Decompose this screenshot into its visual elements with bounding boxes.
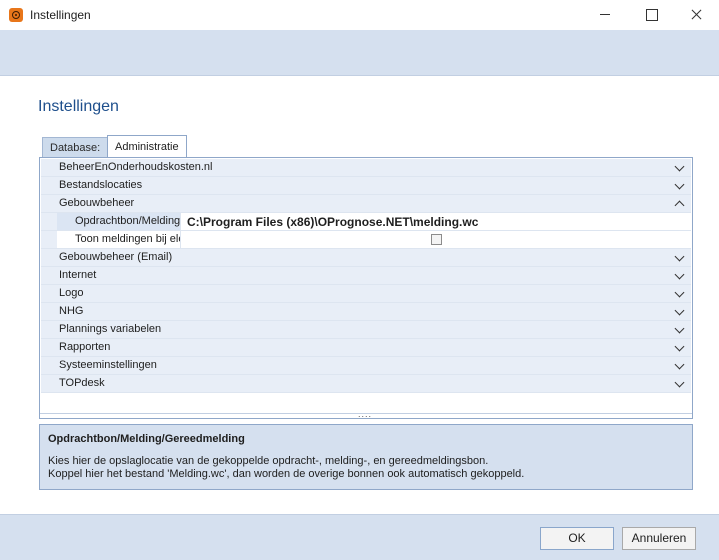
category-label: TOPdesk xyxy=(59,377,105,389)
category-label: Logo xyxy=(59,287,84,299)
window-title: Instellingen xyxy=(30,8,91,22)
category-gebouwbeheer[interactable]: Gebouwbeheer xyxy=(41,195,691,213)
category-label: NHG xyxy=(59,305,84,317)
category-label: Systeeminstellingen xyxy=(59,359,157,371)
toon-meldingen-checkbox[interactable] xyxy=(431,234,442,245)
description-panel: Opdrachtbon/Melding/Gereedmelding Kies h… xyxy=(39,424,693,490)
property-name-cell[interactable]: Opdrachtbon/Melding/Gereedmelding xyxy=(57,213,181,230)
chevron-down-icon[interactable] xyxy=(674,359,685,370)
tab-administratie[interactable]: Administratie xyxy=(107,135,187,158)
header-band xyxy=(0,30,719,76)
category-beheerenonderhoudskosten[interactable]: BeheerEnOnderhoudskosten.nl xyxy=(41,159,691,177)
category-label: Plannings variabelen xyxy=(59,323,162,335)
chevron-down-icon[interactable] xyxy=(674,179,685,190)
category-systeeminstellingen[interactable]: Systeeminstellingen xyxy=(41,357,691,375)
chevron-down-icon[interactable] xyxy=(674,323,685,334)
description-line: Koppel hier het bestand 'Melding.wc', da… xyxy=(48,468,525,480)
category-topdesk[interactable]: TOPdesk xyxy=(41,375,691,393)
category-label: Bestandslocaties xyxy=(59,179,143,191)
property-name: Toon meldingen bij elementen xyxy=(75,233,180,245)
property-name-cell[interactable]: Toon meldingen bij elementen xyxy=(57,231,181,248)
close-button[interactable] xyxy=(673,0,719,30)
chevron-down-icon[interactable] xyxy=(674,251,685,262)
chevron-down-icon[interactable] xyxy=(674,287,685,298)
category-nhg[interactable]: NHG xyxy=(41,303,691,321)
title-bar: Instellingen xyxy=(0,0,719,30)
property-value-input[interactable]: C:\Program Files (x86)\OPrognose.NET\mel… xyxy=(187,215,478,229)
row-margin xyxy=(41,231,57,248)
app-logo-icon xyxy=(9,8,23,22)
row-margin xyxy=(41,213,57,230)
chevron-up-icon[interactable] xyxy=(674,200,685,211)
chevron-down-icon[interactable] xyxy=(674,305,685,316)
category-internet[interactable]: Internet xyxy=(41,267,691,285)
category-bestandslocaties[interactable]: Bestandslocaties xyxy=(41,177,691,195)
category-label: Gebouwbeheer (Email) xyxy=(59,251,173,263)
page-title: Instellingen xyxy=(38,98,119,115)
ok-button[interactable]: OK xyxy=(540,527,614,550)
property-grid: BeheerEnOnderhoudskosten.nl Bestandsloca… xyxy=(39,157,693,419)
cancel-button[interactable]: Annuleren xyxy=(622,527,696,550)
description-line: Kies hier de opslaglocatie van de gekopp… xyxy=(48,455,489,467)
category-label: Internet xyxy=(59,269,97,281)
chevron-down-icon[interactable] xyxy=(674,269,685,280)
grid-splitter[interactable]: .... xyxy=(40,409,692,419)
property-row-toon-meldingen[interactable]: Toon meldingen bij elementen xyxy=(41,231,691,249)
chevron-down-icon[interactable] xyxy=(674,341,685,352)
minimize-button[interactable] xyxy=(582,0,628,30)
category-logo[interactable]: Logo xyxy=(41,285,691,303)
category-gebouwbeheer-email[interactable]: Gebouwbeheer (Email) xyxy=(41,249,691,267)
category-label: Gebouwbeheer xyxy=(59,197,135,209)
chevron-down-icon[interactable] xyxy=(674,161,685,172)
category-label: BeheerEnOnderhoudskosten.nl xyxy=(59,161,213,173)
tab-database[interactable]: Database: xyxy=(42,137,109,158)
category-rapporten[interactable]: Rapporten xyxy=(41,339,691,357)
chevron-down-icon[interactable] xyxy=(674,377,685,388)
category-label: Rapporten xyxy=(59,341,111,353)
property-row-opdrachtbon[interactable]: Opdrachtbon/Melding/Gereedmelding C:\Pro… xyxy=(41,213,691,231)
description-title: Opdrachtbon/Melding/Gereedmelding xyxy=(48,433,245,445)
category-plannings-variabelen[interactable]: Plannings variabelen xyxy=(41,321,691,339)
property-name: Opdrachtbon/Melding/Gereedmelding xyxy=(75,215,181,227)
maximize-button[interactable] xyxy=(628,0,674,30)
splitter-grip[interactable]: .... xyxy=(358,409,372,419)
